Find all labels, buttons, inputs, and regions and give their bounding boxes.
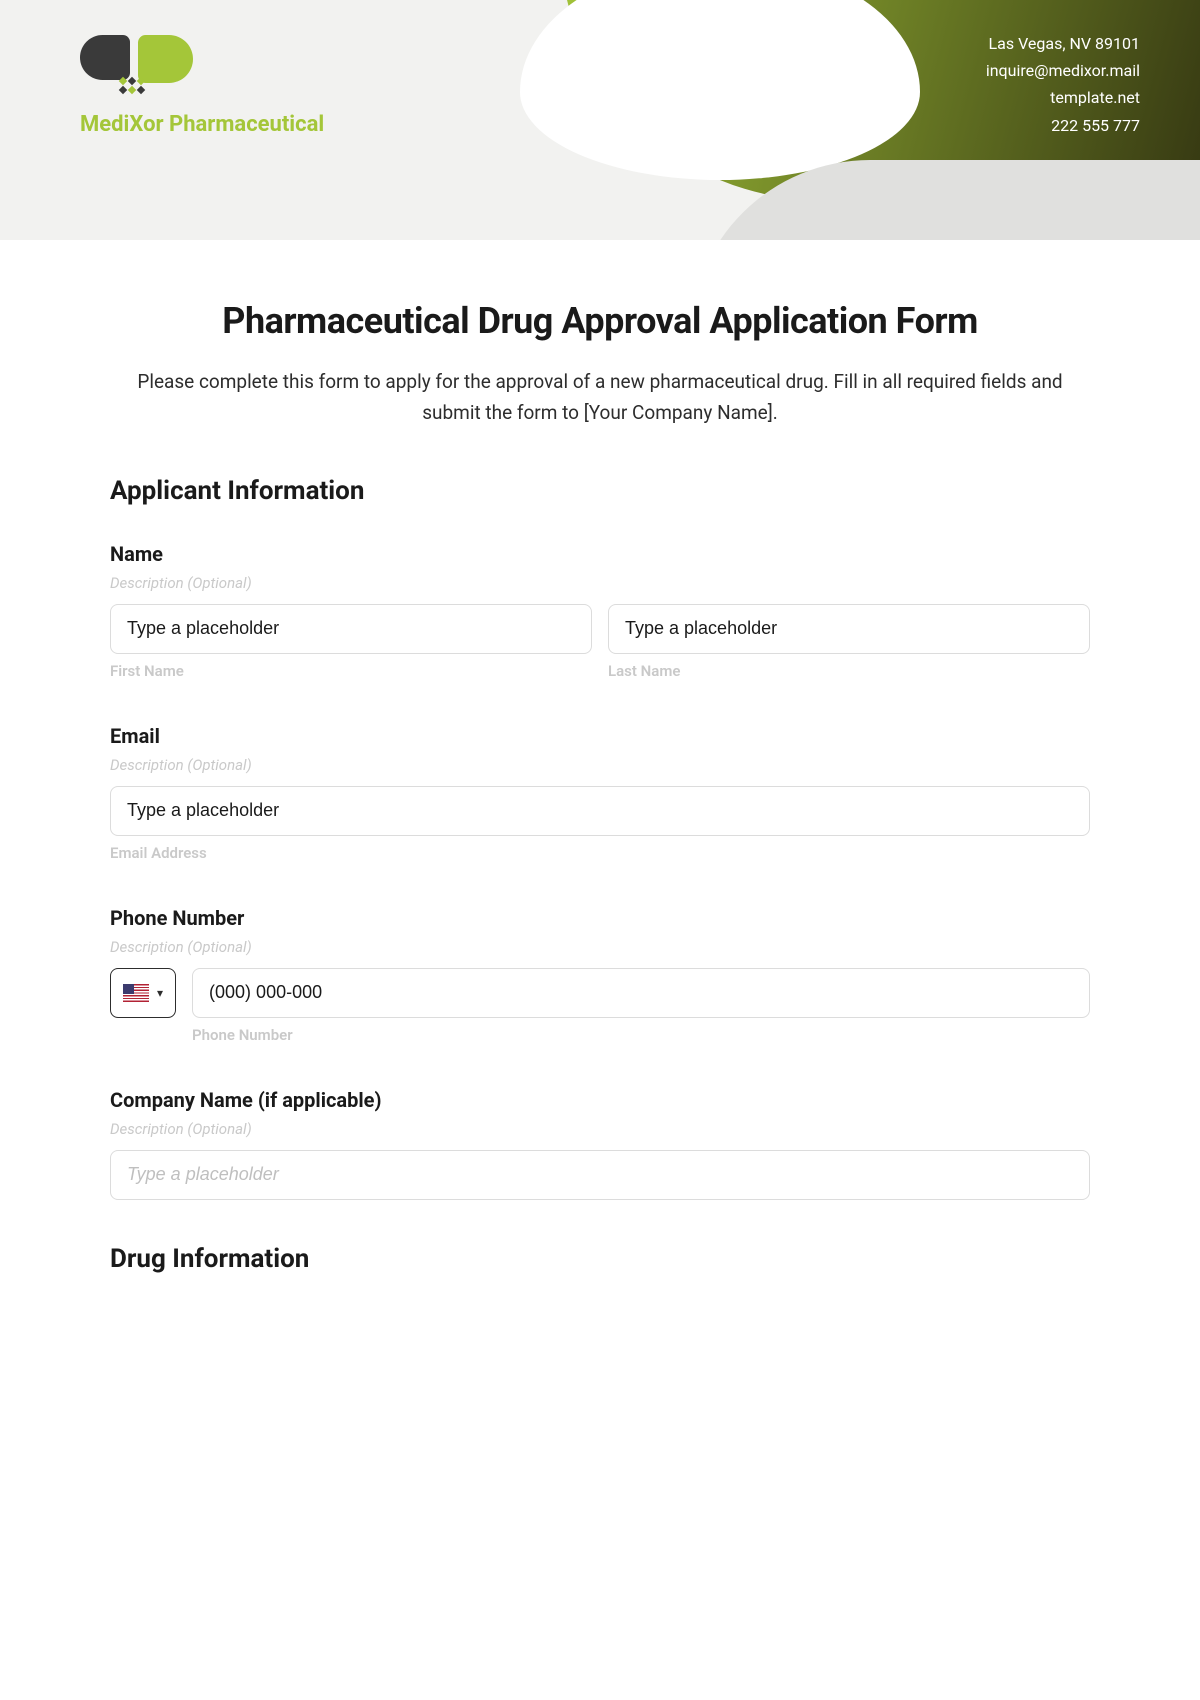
logo-section: MediXor Pharmaceutical — [80, 30, 324, 137]
contact-email: inquire@medixor.mail — [986, 57, 1140, 84]
phone-input[interactable] — [192, 968, 1090, 1018]
section-heading-drug: Drug Information — [110, 1244, 1090, 1274]
email-label: Email — [110, 724, 1090, 748]
content: Pharmaceutical Drug Approval Application… — [0, 240, 1200, 1350]
company-description: Description (Optional) — [110, 1120, 1090, 1138]
company-input[interactable] — [110, 1150, 1090, 1200]
field-group-email: Email Description (Optional) Email Addre… — [110, 724, 1090, 862]
name-label: Name — [110, 542, 1090, 566]
contact-website: template.net — [986, 84, 1140, 111]
form-intro: Please complete this form to apply for t… — [110, 367, 1090, 428]
first-name-sublabel: First Name — [110, 662, 592, 680]
field-group-name: Name Description (Optional) First Name L… — [110, 542, 1090, 680]
country-code-select[interactable]: ▾ — [110, 968, 176, 1018]
name-description: Description (Optional) — [110, 574, 1090, 592]
field-group-phone: Phone Number Description (Optional) ▾ Ph… — [110, 906, 1090, 1044]
section-heading-applicant: Applicant Information — [110, 476, 1090, 506]
phone-sublabel: Phone Number — [192, 1026, 1090, 1044]
last-name-sublabel: Last Name — [608, 662, 1090, 680]
email-description: Description (Optional) — [110, 756, 1090, 774]
contact-phone: 222 555 777 — [986, 112, 1140, 139]
contact-address: Las Vegas, NV 89101 — [986, 30, 1140, 57]
last-name-input[interactable] — [608, 604, 1090, 654]
phone-label: Phone Number — [110, 906, 1090, 930]
field-group-company: Company Name (if applicable) Description… — [110, 1088, 1090, 1200]
company-label: Company Name (if applicable) — [110, 1088, 1090, 1112]
header-decoration-white — [520, 0, 920, 180]
first-name-input[interactable] — [110, 604, 592, 654]
chevron-down-icon: ▾ — [157, 986, 163, 1000]
company-name: MediXor Pharmaceutical — [80, 112, 324, 137]
header-contact: Las Vegas, NV 89101 inquire@medixor.mail… — [986, 30, 1140, 139]
form-title: Pharmaceutical Drug Approval Application… — [110, 300, 1090, 343]
phone-description: Description (Optional) — [110, 938, 1090, 956]
logo-icon — [80, 30, 200, 100]
us-flag-icon — [123, 984, 149, 1002]
email-sublabel: Email Address — [110, 844, 1090, 862]
email-input[interactable] — [110, 786, 1090, 836]
header: MediXor Pharmaceutical Las Vegas, NV 891… — [0, 0, 1200, 240]
